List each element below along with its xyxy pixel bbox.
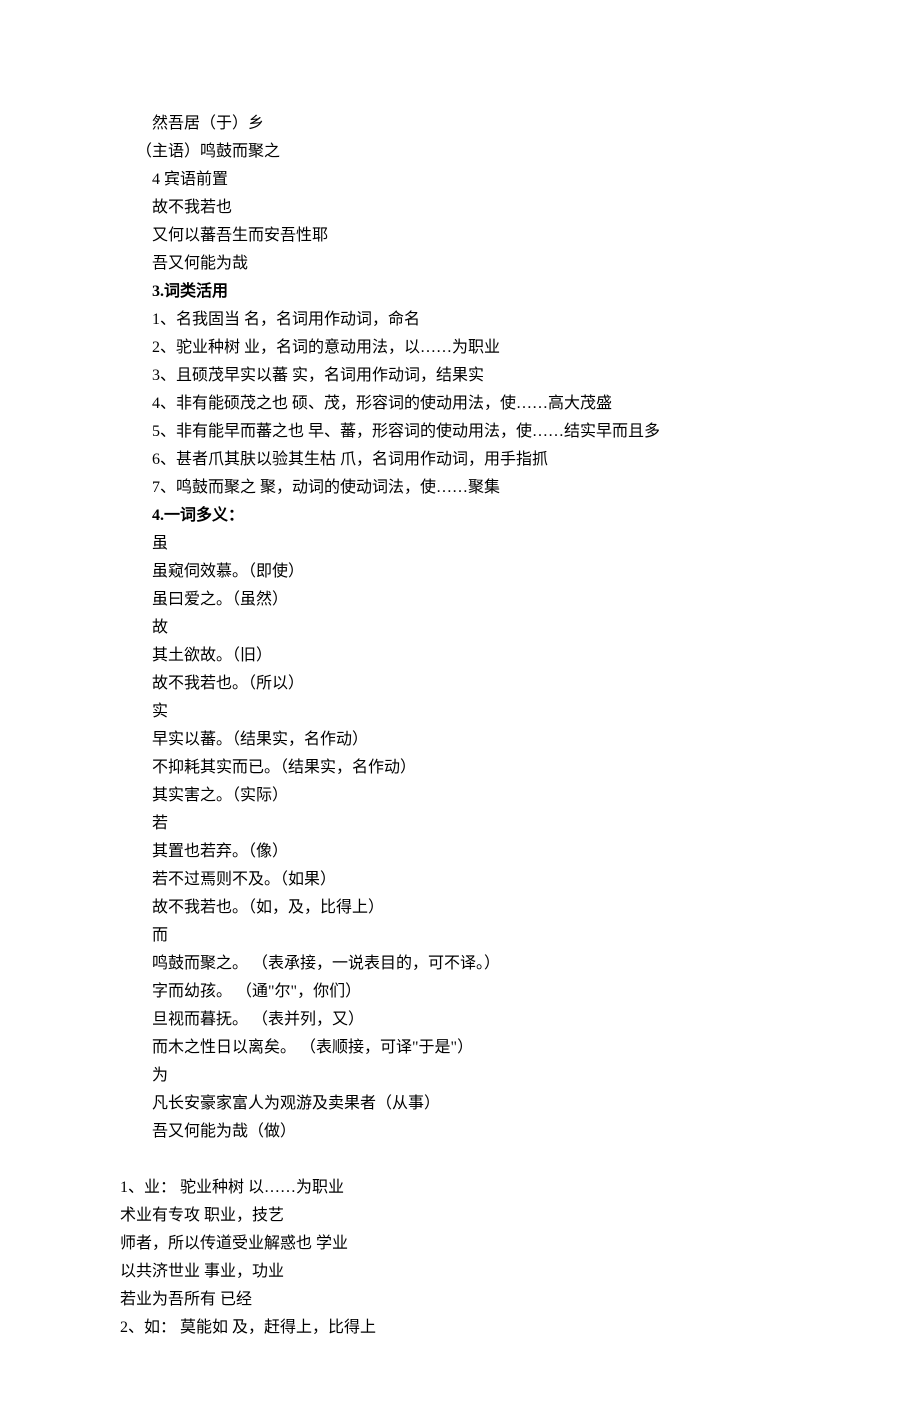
text-line: 实 [120,698,800,726]
text-line: 旦视而暮抚。 （表并列，又） [120,1006,800,1034]
text-line: 凡长安豪家富人为观游及卖果者（从事） [120,1090,800,1118]
text-line: 4.一词多义： [120,502,800,530]
document-body: 然吾居（于）乡（主语）鸣鼓而聚之4 宾语前置故不我若也又何以蕃吾生而安吾性耶吾又… [120,110,800,1342]
text-line: 又何以蕃吾生而安吾性耶 [120,222,800,250]
text-line: 早实以蕃。（结果实，名作动） [120,726,800,754]
text-line: 7、鸣鼓而聚之 聚，动词的使动词法，使……聚集 [120,474,800,502]
text-line: 4 宾语前置 [120,166,800,194]
text-line: 吾又何能为哉 [120,250,800,278]
text-line: 4、非有能硕茂之也 硕、茂，形容词的使动用法，使……高大茂盛 [120,390,800,418]
text-line: 5、非有能早而蕃之也 早、蕃，形容词的使动用法，使……结实早而且多 [120,418,800,446]
text-line: 虽曰爱之。（虽然） [120,586,800,614]
text-line: 故不我若也。（所以） [120,670,800,698]
text-line: 6、甚者爪其肤以验其生枯 爪，名词用作动词，用手指抓 [120,446,800,474]
text-line: 以共济世业 事业，功业 [120,1258,800,1286]
text-line: 术业有专攻 职业，技艺 [120,1202,800,1230]
text-line: 2、如： 莫能如 及，赶得上，比得上 [120,1314,800,1342]
text-line: 故 [120,614,800,642]
text-line: 若业为吾所有 已经 [120,1286,800,1314]
text-line: 吾又何能为哉（做） [120,1118,800,1146]
text-line: 若 [120,810,800,838]
text-line: 虽 [120,530,800,558]
text-line: （主语）鸣鼓而聚之 [120,138,800,166]
blank-line [120,1146,800,1174]
text-line: 虽窥伺效慕。（即使） [120,558,800,586]
text-line: 而 [120,922,800,950]
text-line: 其土欲故。（旧） [120,642,800,670]
text-line: 2、驼业种树 业，名词的意动用法，以……为职业 [120,334,800,362]
text-line: 鸣鼓而聚之。 （表承接，一说表目的，可不译。） [120,950,800,978]
text-line: 师者，所以传道受业解惑也 学业 [120,1230,800,1258]
text-line: 1、名我固当 名，名词用作动词，命名 [120,306,800,334]
text-line: 不抑耗其实而已。（结果实，名作动） [120,754,800,782]
text-line: 字而幼孩。 （通"尔"，你们） [120,978,800,1006]
text-line: 其置也若弃。（像） [120,838,800,866]
text-line: 1、业： 驼业种树 以……为职业 [120,1174,800,1202]
text-line: 若不过焉则不及。（如果） [120,866,800,894]
text-line: 故不我若也 [120,194,800,222]
text-line: 然吾居（于）乡 [120,110,800,138]
text-line: 3.词类活用 [120,278,800,306]
text-line: 为 [120,1062,800,1090]
text-line: 故不我若也。（如，及，比得上） [120,894,800,922]
text-line: 而木之性日以离矣。 （表顺接，可译"于是"） [120,1034,800,1062]
text-line: 其实害之。（实际） [120,782,800,810]
text-line: 3、且硕茂早实以蕃 实，名词用作动词，结果实 [120,362,800,390]
